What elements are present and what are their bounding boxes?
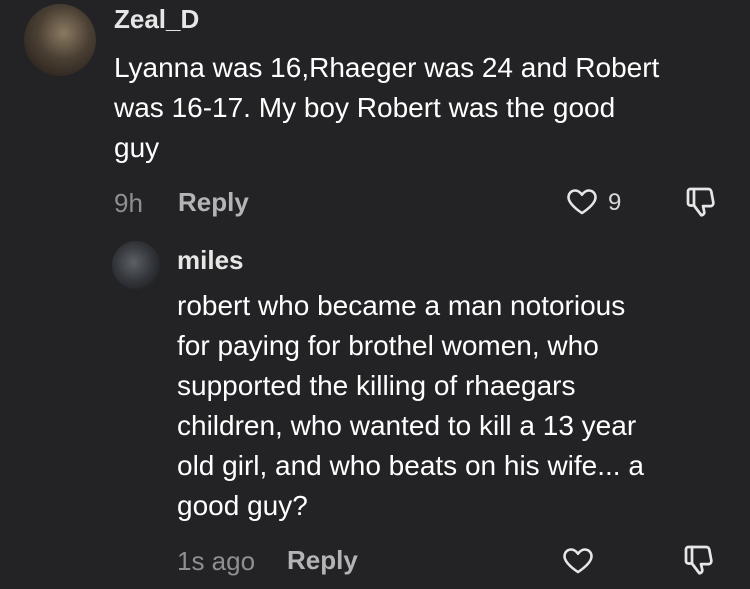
reply-text: robert who became a man notorious for pa… [177,290,644,521]
comment-timestamp: 9h [114,188,143,218]
reply-button[interactable]: Reply [178,187,249,218]
comment-username[interactable]: Zeal_D [114,4,199,35]
reply-timestamp: 1s ago [177,546,256,576]
heart-icon[interactable] [560,543,596,577]
avatar[interactable] [112,241,160,289]
thumbs-down-icon[interactable] [680,541,716,577]
reply-button[interactable]: Reply [287,545,358,576]
avatar[interactable] [24,4,96,76]
comment-text: Lyanna was 16,Rhaeger was 24 and Robert … [114,52,660,163]
like-count: 9 [608,189,622,216]
reply-username[interactable]: miles [177,245,244,276]
thumbs-down-icon[interactable] [682,183,718,219]
heart-icon[interactable] [564,184,600,218]
